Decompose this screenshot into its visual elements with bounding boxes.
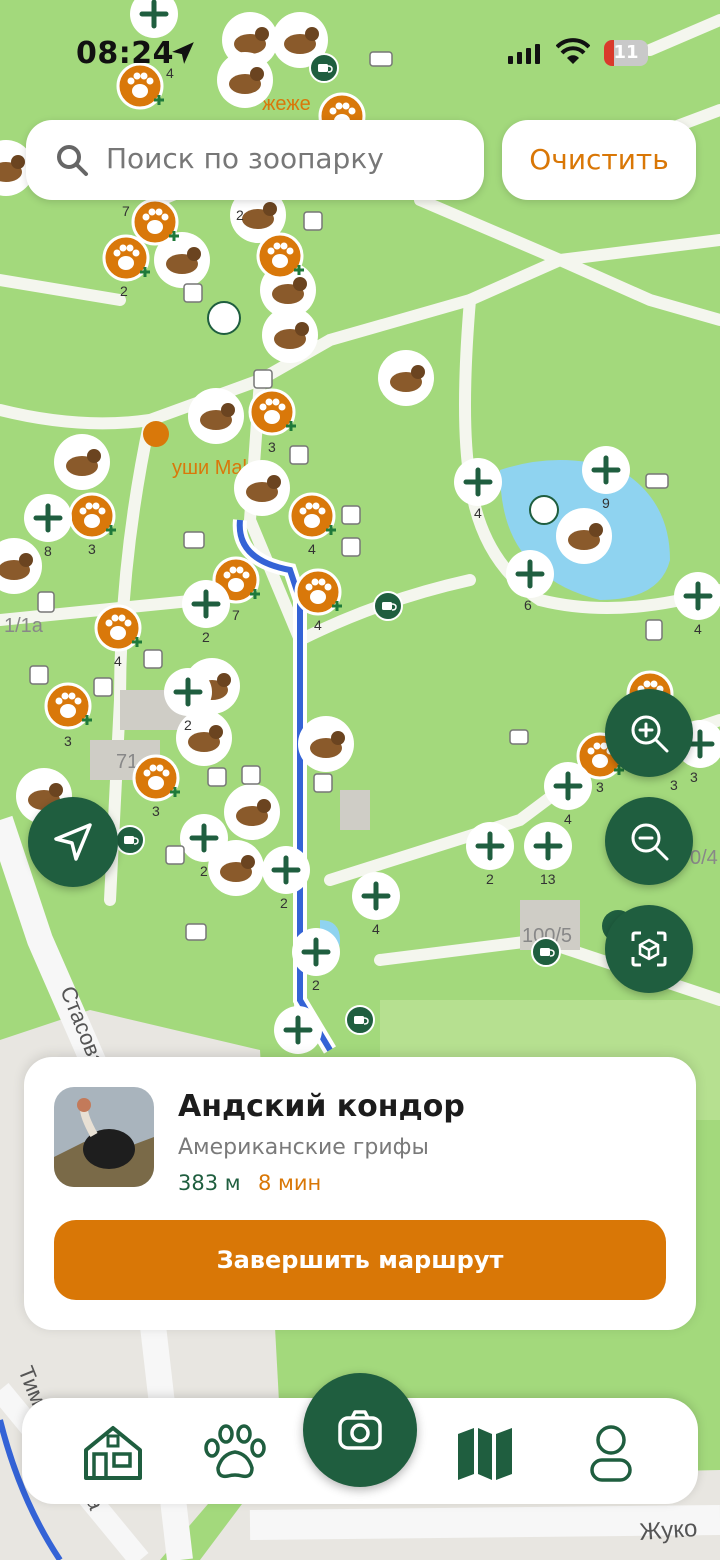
animal-photo (54, 1087, 154, 1187)
svg-text:8: 8 (44, 543, 52, 559)
svg-text:4: 4 (314, 617, 322, 633)
route-distance: 383 м (178, 1171, 241, 1195)
search-bar[interactable]: Поиск по зоопарку (26, 120, 484, 200)
svg-text:2: 2 (280, 895, 288, 911)
route-title: Андский кондор (178, 1089, 465, 1124)
profile-icon (590, 1425, 632, 1482)
svg-text:2: 2 (202, 629, 210, 645)
svg-text:4: 4 (114, 653, 122, 669)
poi-label: жеже (262, 93, 311, 115)
status-time: 08:24 (76, 36, 174, 71)
zoom-in-button[interactable] (605, 689, 693, 777)
svg-text:2: 2 (486, 871, 494, 887)
map-icon (458, 1428, 512, 1480)
route-duration: 8 мин (258, 1171, 322, 1195)
cafe-icon[interactable] (373, 591, 403, 621)
building-number: 1/1а (4, 615, 44, 637)
navigation-arrow-icon (54, 823, 92, 861)
ar-view-button[interactable] (605, 905, 693, 993)
nav-map[interactable] (452, 1420, 518, 1486)
nav-animals[interactable] (202, 1420, 268, 1486)
sushi-icon[interactable] (143, 421, 169, 447)
svg-text:4: 4 (474, 505, 482, 521)
location-arrow-icon (172, 42, 194, 64)
svg-text:13: 13 (540, 871, 556, 887)
svg-text:9: 9 (602, 495, 610, 511)
svg-text:3: 3 (64, 733, 72, 749)
building-number: 0/4 (690, 847, 718, 869)
svg-text:2: 2 (236, 207, 244, 223)
wifi-icon (556, 38, 590, 64)
my-location-button[interactable] (28, 797, 118, 887)
battery-icon: 11 (604, 40, 648, 66)
camera-button[interactable] (303, 1373, 417, 1487)
cafe-icon[interactable] (531, 937, 561, 967)
zoom-out-icon (631, 823, 669, 861)
svg-text:3: 3 (88, 541, 96, 557)
search-icon (57, 145, 88, 176)
paw-icon (204, 1424, 266, 1479)
svg-text:3: 3 (268, 439, 276, 455)
svg-text:7: 7 (122, 203, 130, 219)
finish-route-button[interactable]: Завершить маршрут (54, 1220, 666, 1300)
nav-profile[interactable] (578, 1420, 644, 1486)
svg-text:7: 7 (232, 607, 240, 623)
binoculars-icon[interactable] (207, 301, 241, 335)
svg-text:2: 2 (120, 283, 128, 299)
search-input[interactable]: Поиск по зоопарку (106, 142, 384, 175)
svg-text:4: 4 (564, 811, 572, 827)
svg-text:3: 3 (670, 777, 678, 793)
svg-text:2: 2 (184, 717, 192, 733)
svg-text:3: 3 (690, 769, 698, 785)
svg-text:4: 4 (694, 621, 702, 637)
clear-button[interactable]: Очистить (502, 120, 696, 200)
svg-text:4: 4 (372, 921, 380, 937)
zoom-out-button[interactable] (605, 797, 693, 885)
camera-icon (338, 1410, 382, 1450)
svg-text:6: 6 (524, 597, 532, 613)
svg-text:2: 2 (200, 863, 208, 879)
nav-home[interactable] (80, 1420, 146, 1486)
route-subtitle: Американские грифы (178, 1135, 429, 1160)
cellular-signal-icon (508, 44, 540, 64)
svg-text:3: 3 (152, 803, 160, 819)
ar-cube-icon (631, 931, 667, 967)
status-bar: 08:24 11 (0, 30, 720, 80)
binoculars-icon[interactable] (529, 495, 559, 525)
home-icon (84, 1426, 142, 1480)
battery-level: 11 (613, 42, 639, 63)
street-label: Жуко (639, 1515, 699, 1546)
zoom-in-icon (631, 715, 669, 753)
svg-text:4: 4 (308, 541, 316, 557)
cafe-icon[interactable] (115, 825, 145, 855)
cafe-icon[interactable] (345, 1005, 375, 1035)
svg-text:2: 2 (312, 977, 320, 993)
route-card: Андский кондор Американские грифы 383 м … (24, 1057, 696, 1330)
svg-text:3: 3 (596, 779, 604, 795)
